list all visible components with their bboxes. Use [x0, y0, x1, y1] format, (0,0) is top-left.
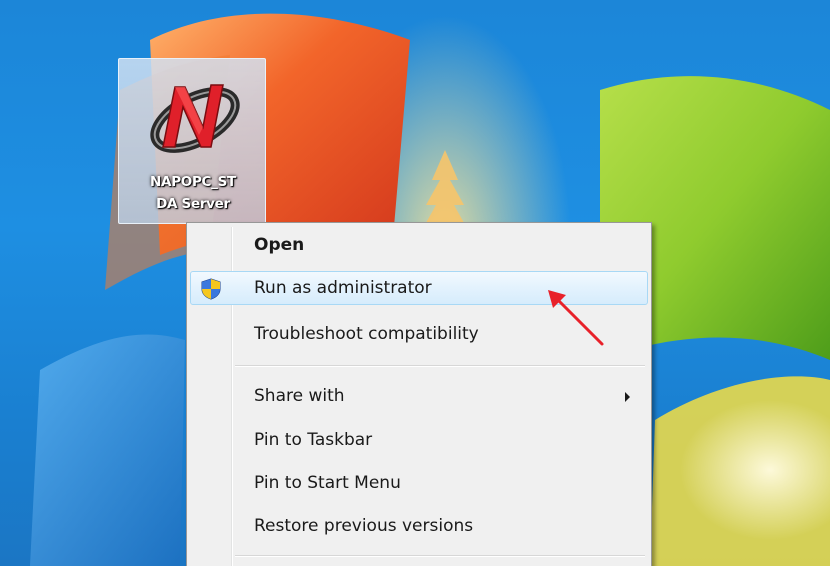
red-arrow-icon [548, 290, 604, 346]
shortcut-label-line2: DA Server [156, 196, 230, 212]
menu-item-label: Pin to Start Menu [254, 473, 401, 493]
menu-item-open[interactable]: Open [190, 228, 648, 262]
menu-separator [235, 555, 645, 557]
menu-item-label: Run as administrator [254, 278, 432, 298]
menu-separator [235, 365, 645, 367]
menu-item-label: Open [254, 235, 305, 255]
menu-item-label: Pin to Taskbar [254, 430, 373, 450]
desktop-shortcut-label: NAPOPC_ST DA Server [119, 171, 267, 215]
napopc-app-icon [150, 84, 240, 153]
menu-item-label: Troubleshoot compatibility [254, 324, 479, 344]
menu-item-pin-to-taskbar[interactable]: Pin to Taskbar [190, 423, 648, 457]
context-menu: Open Run as administrator Troubleshoot c… [186, 222, 652, 566]
menu-item-restore-previous-versions[interactable]: Restore previous versions [190, 509, 648, 543]
desktop[interactable]: NAPOPC_ST DA Server Open Run as administ… [0, 0, 830, 566]
shortcut-label-line1: NAPOPC_ST [150, 174, 236, 190]
uac-shield-icon [201, 278, 221, 300]
desktop-shortcut-napopc[interactable]: NAPOPC_ST DA Server [118, 58, 266, 224]
menu-item-label: Restore previous versions [254, 516, 474, 536]
menu-item-label: Share with [254, 386, 345, 406]
submenu-arrow-icon [625, 392, 630, 402]
menu-item-pin-to-start-menu[interactable]: Pin to Start Menu [190, 466, 648, 500]
menu-item-share-with[interactable]: Share with [190, 379, 648, 413]
